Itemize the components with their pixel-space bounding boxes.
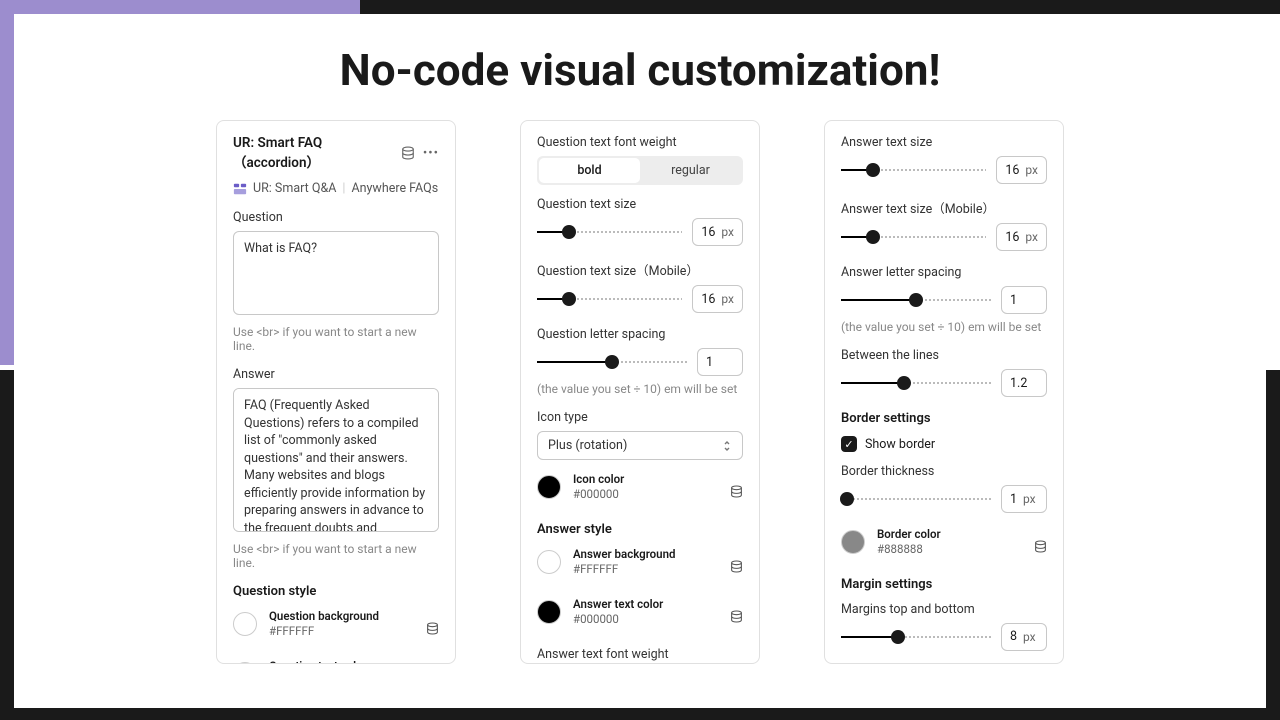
margins-topbottom-slider[interactable]	[841, 629, 991, 645]
question-style-title: Question style	[233, 584, 439, 599]
page-title: No-code visual customization!	[14, 44, 1266, 96]
question-textsize-slider[interactable]	[537, 224, 682, 240]
answer-letterspacing-label: Answer letter spacing	[841, 265, 1047, 280]
question-letterspacing-label: Question letter spacing	[537, 327, 743, 342]
border-thickness-slider[interactable]	[841, 491, 991, 507]
icon-type-select[interactable]: Plus (rotation)	[537, 431, 743, 460]
segment-regular[interactable]: regular	[640, 158, 741, 183]
icon-color-hex: #000000	[573, 487, 624, 502]
question-help: Use <br> if you want to start a new line…	[233, 325, 439, 353]
margins-topbottom-label: Margins top and bottom	[841, 602, 1047, 617]
between-lines-slider[interactable]	[841, 375, 991, 391]
question-bg-label: Question background	[269, 609, 379, 624]
icon-color-label: Icon color	[573, 472, 624, 487]
question-bg-hex: #FFFFFF	[269, 624, 379, 639]
answer-textsize-mobile-label: Answer text size（Mobile）	[841, 198, 1047, 217]
show-border-checkbox[interactable]: ✓	[841, 436, 857, 452]
answer-help: Use <br> if you want to start a new line…	[233, 542, 439, 570]
margins-topbottom-input[interactable]: 8px	[1001, 623, 1047, 651]
question-letterspacing-help: (the value you set ÷ 10) em will be set	[537, 382, 743, 396]
panel-answer-border: Answer text size 16px Answer text size（M…	[824, 120, 1064, 664]
answer-bg-hex: #FFFFFF	[573, 562, 676, 577]
answer-bg-swatch[interactable]	[537, 550, 561, 574]
border-settings-title: Border settings	[841, 411, 1047, 426]
show-border-label: Show border	[865, 437, 935, 452]
database-icon[interactable]	[401, 146, 415, 161]
breadcrumb: UR: Smart Q&A | Anywhere FAQs	[233, 181, 439, 196]
between-lines-label: Between the lines	[841, 348, 1047, 363]
app-icon	[233, 182, 247, 196]
question-bg-swatch[interactable]	[233, 612, 257, 636]
question-fontweight-toggle[interactable]: bold regular	[537, 156, 743, 185]
answer-textcolor-swatch[interactable]	[537, 600, 561, 624]
database-icon[interactable]	[730, 610, 743, 623]
database-icon[interactable]	[730, 560, 743, 573]
answer-style-title: Answer style	[537, 522, 743, 537]
database-icon[interactable]	[426, 622, 439, 635]
question-textsize-mobile-label: Question text size（Mobile）	[537, 260, 743, 279]
border-thickness-input[interactable]: 1px	[1001, 485, 1047, 513]
answer-textsize-input[interactable]: 16px	[996, 156, 1047, 184]
between-lines-input[interactable]: 1.2	[1001, 369, 1047, 397]
answer-letterspacing-input[interactable]: 1	[1001, 286, 1047, 314]
question-textcolor-swatch[interactable]	[233, 662, 257, 664]
answer-bg-label: Answer background	[573, 547, 676, 562]
segment-bold[interactable]: bold	[539, 158, 640, 183]
question-textsize-mobile-slider[interactable]	[537, 291, 682, 307]
block-title: UR: Smart FAQ（accordion）	[233, 135, 401, 171]
panel-question-style: Question text font weight bold regular Q…	[520, 120, 760, 664]
question-textsize-label: Question text size	[537, 197, 743, 212]
border-thickness-label: Border thickness	[841, 464, 1047, 479]
answer-fontweight-label: Answer text font weight	[537, 647, 743, 662]
answer-textsize-slider[interactable]	[841, 162, 986, 178]
select-chevron-icon	[722, 439, 732, 453]
answer-textsize-label: Answer text size	[841, 135, 1047, 150]
border-color-label: Border color	[877, 527, 941, 542]
icon-color-swatch[interactable]	[537, 475, 561, 499]
panel-question-editor: UR: Smart FAQ（accordion） ••• UR: Smart Q…	[216, 120, 456, 664]
answer-textsize-mobile-slider[interactable]	[841, 229, 986, 245]
question-textsize-input[interactable]: 16px	[692, 218, 743, 246]
answer-label: Answer	[233, 367, 439, 382]
answer-textsize-mobile-input[interactable]: 16px	[996, 223, 1047, 251]
answer-textcolor-label: Answer text color	[573, 597, 663, 612]
icon-type-label: Icon type	[537, 410, 743, 425]
answer-letterspacing-slider[interactable]	[841, 292, 991, 308]
question-input[interactable]	[233, 231, 439, 315]
question-letterspacing-input[interactable]: 1	[697, 348, 743, 376]
answer-input[interactable]	[233, 388, 439, 532]
database-icon[interactable]	[730, 485, 743, 498]
question-textcolor-label: Question text color	[269, 659, 367, 664]
more-icon[interactable]: •••	[423, 146, 439, 161]
question-fontweight-label: Question text font weight	[537, 135, 743, 150]
answer-letterspacing-help: (the value you set ÷ 10) em will be set	[841, 320, 1047, 334]
question-textsize-mobile-input[interactable]: 16px	[692, 285, 743, 313]
border-color-swatch[interactable]	[841, 530, 865, 554]
answer-textcolor-hex: #000000	[573, 612, 663, 627]
question-letterspacing-slider[interactable]	[537, 354, 687, 370]
database-icon[interactable]	[1034, 540, 1047, 553]
border-color-hex: #888888	[877, 542, 941, 557]
question-label: Question	[233, 210, 439, 225]
margin-settings-title: Margin settings	[841, 577, 1047, 592]
